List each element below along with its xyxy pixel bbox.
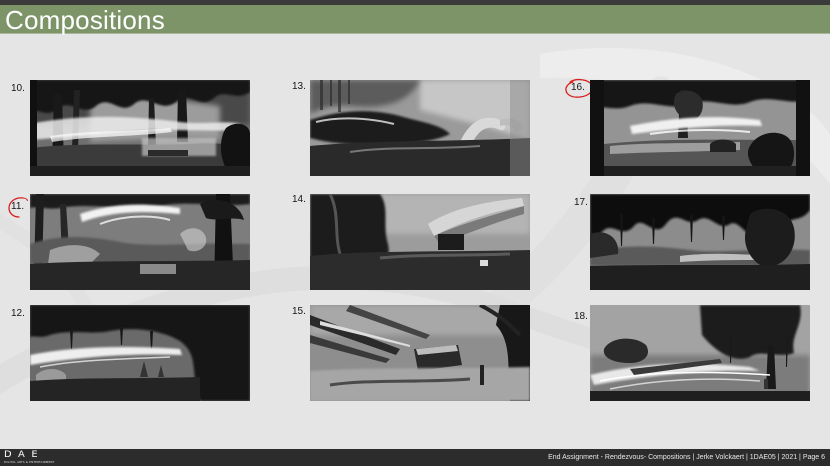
composition-sketch-17 bbox=[590, 194, 810, 290]
composition-sketch-15 bbox=[310, 305, 530, 401]
composition-thumbnail-15 bbox=[310, 305, 530, 401]
slide-header: Compositions bbox=[0, 5, 830, 35]
composition-number-18: 18. bbox=[574, 311, 588, 322]
composition-number-17: 17. bbox=[574, 197, 588, 208]
composition-thumbnail-11 bbox=[30, 194, 250, 290]
composition-sketch-11 bbox=[30, 194, 250, 290]
composition-number-15: 15. bbox=[292, 306, 306, 317]
composition-thumbnail-13 bbox=[310, 80, 530, 176]
slide-title: Compositions bbox=[5, 5, 165, 35]
composition-sketch-16 bbox=[590, 80, 810, 176]
logo-wordmark: DAE bbox=[4, 450, 45, 460]
composition-sketch-13 bbox=[310, 80, 530, 176]
composition-sketch-18 bbox=[590, 305, 810, 401]
composition-number-14: 14. bbox=[292, 194, 306, 205]
composition-sketch-14 bbox=[310, 194, 530, 290]
composition-number-12: 12. bbox=[11, 308, 25, 319]
composition-thumbnail-17 bbox=[590, 194, 810, 290]
composition-sketch-10 bbox=[30, 80, 250, 176]
slide-footer: DAE DIGITAL ARTS & ENTERTAINMENT End Ass… bbox=[0, 449, 830, 466]
composition-sketch-12 bbox=[30, 305, 250, 401]
dae-logo: DAE DIGITAL ARTS & ENTERTAINMENT bbox=[4, 450, 56, 465]
composition-thumbnail-12 bbox=[30, 305, 250, 401]
composition-thumbnail-10 bbox=[30, 80, 250, 176]
logo-subtitle: DIGITAL ARTS & ENTERTAINMENT bbox=[4, 460, 55, 464]
footer-caption: End Assignment - Rendezvous- Composition… bbox=[548, 454, 825, 461]
composition-thumbnail-14 bbox=[310, 194, 530, 290]
red-circle-annotation-11 bbox=[8, 197, 29, 218]
composition-number-13: 13. bbox=[292, 81, 306, 92]
composition-number-10: 10. bbox=[11, 83, 25, 94]
composition-thumbnail-18 bbox=[590, 305, 810, 401]
composition-thumbnail-16 bbox=[590, 80, 810, 176]
